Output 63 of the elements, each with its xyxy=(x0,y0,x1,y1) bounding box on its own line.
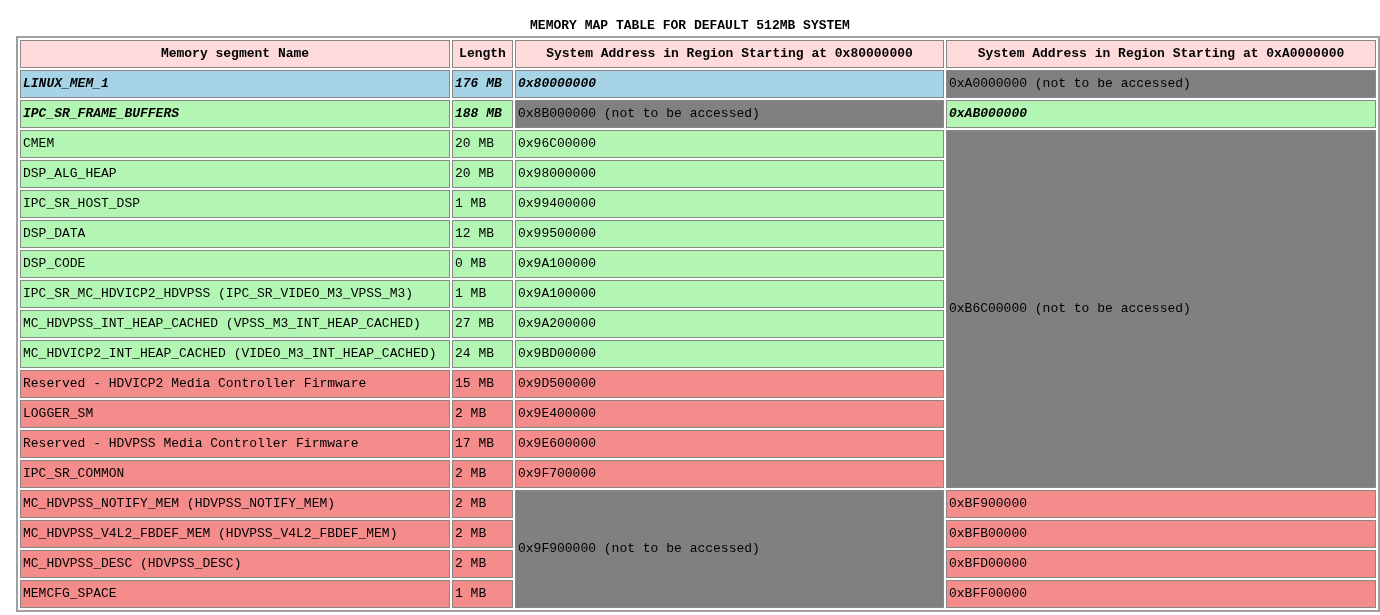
address-cell: 0x9E600000 xyxy=(515,430,944,458)
table-title: MEMORY MAP TABLE FOR DEFAULT 512MB SYSTEM xyxy=(529,17,851,35)
length-cell: 2 MB xyxy=(452,400,513,428)
address-cell: 0x9A100000 xyxy=(515,280,944,308)
address-cell: 0x96C00000 xyxy=(515,130,944,158)
address-cell: 0x98000000 xyxy=(515,160,944,188)
address-cell: 0x99400000 xyxy=(515,190,944,218)
length-cell: 0 MB xyxy=(452,250,513,278)
inaccessible-address-cell: 0xB6C00000 (not to be accessed) xyxy=(946,130,1376,488)
segment-name-cell: IPC_SR_HOST_DSP xyxy=(20,190,450,218)
segment-name-cell: DSP_ALG_HEAP xyxy=(20,160,450,188)
address-cell: 0x9BD00000 xyxy=(515,340,944,368)
address-cell: 0x9E400000 xyxy=(515,400,944,428)
address-cell: 0x9D500000 xyxy=(515,370,944,398)
length-cell: 24 MB xyxy=(452,340,513,368)
segment-name-cell: DSP_DATA xyxy=(20,220,450,248)
segment-name-cell: IPC_SR_FRAME_BUFFERS xyxy=(20,100,450,128)
length-cell: 15 MB xyxy=(452,370,513,398)
length-cell: 2 MB xyxy=(452,550,513,578)
column-header: Memory segment Name xyxy=(20,40,450,68)
column-header: System Address in Region Starting at 0x80000000 xyxy=(515,40,944,68)
segment-name-cell: Reserved - HDVICP2 Media Controller Firmware xyxy=(20,370,450,398)
inaccessible-address-cell: 0x9F900000 (not to be accessed) xyxy=(515,490,944,608)
length-cell: 176 MB xyxy=(452,70,513,98)
segment-name-cell: MEMCFG_SPACE xyxy=(20,580,450,608)
segment-name-cell: MC_HDVPSS_DESC (HDVPSS_DESC) xyxy=(20,550,450,578)
segment-name-cell: MC_HDVICP2_INT_HEAP_CACHED (VIDEO_M3_INT_HEAP_CACHED) xyxy=(20,340,450,368)
length-cell: 2 MB xyxy=(452,520,513,548)
segment-name-cell: Reserved - HDVPSS Media Controller Firmware xyxy=(20,430,450,458)
length-cell: 1 MB xyxy=(452,280,513,308)
address-cell: 0x99500000 xyxy=(515,220,944,248)
address-cell: 0x80000000 xyxy=(515,70,944,98)
column-header: Length xyxy=(452,40,513,68)
length-cell: 17 MB xyxy=(452,430,513,458)
address-cell: 0xBF900000 xyxy=(946,490,1376,518)
segment-name-cell: MC_HDVPSS_INT_HEAP_CACHED (VPSS_M3_INT_HEAP_CACHED) xyxy=(20,310,450,338)
address-cell: 0xBFF00000 xyxy=(946,580,1376,608)
length-cell: 1 MB xyxy=(452,580,513,608)
address-cell: 0x9A100000 xyxy=(515,250,944,278)
address-cell: 0x9F700000 xyxy=(515,460,944,488)
length-cell: 2 MB xyxy=(452,460,513,488)
segment-name-cell: DSP_CODE xyxy=(20,250,450,278)
address-cell: 0x9A200000 xyxy=(515,310,944,338)
length-cell: 20 MB xyxy=(452,160,513,188)
segment-name-cell: MC_HDVPSS_NOTIFY_MEM (HDVPSS_NOTIFY_MEM) xyxy=(20,490,450,518)
length-cell: 27 MB xyxy=(452,310,513,338)
segment-name-cell: LINUX_MEM_1 xyxy=(20,70,450,98)
segment-name-cell: LOGGER_SM xyxy=(20,400,450,428)
segment-name-cell: MC_HDVPSS_V4L2_FBDEF_MEM (HDVPSS_V4L2_FBDEF_MEM) xyxy=(20,520,450,548)
address-cell: 0xBFD00000 xyxy=(946,550,1376,578)
inaccessible-address-cell: 0x8B000000 (not to be accessed) xyxy=(515,100,944,128)
length-cell: 2 MB xyxy=(452,490,513,518)
address-cell: 0xBFB00000 xyxy=(946,520,1376,548)
length-cell: 20 MB xyxy=(452,130,513,158)
inaccessible-address-cell: 0xA0000000 (not to be accessed) xyxy=(946,70,1376,98)
column-header: System Address in Region Starting at 0xA0000000 xyxy=(946,40,1376,68)
segment-name-cell: IPC_SR_MC_HDVICP2_HDVPSS (IPC_SR_VIDEO_M3_VPSS_M3) xyxy=(20,280,450,308)
length-cell: 188 MB xyxy=(452,100,513,128)
segment-name-cell: IPC_SR_COMMON xyxy=(20,460,450,488)
segment-name-cell: CMEM xyxy=(20,130,450,158)
length-cell: 1 MB xyxy=(452,190,513,218)
length-cell: 12 MB xyxy=(452,220,513,248)
address-cell: 0xAB000000 xyxy=(946,100,1376,128)
